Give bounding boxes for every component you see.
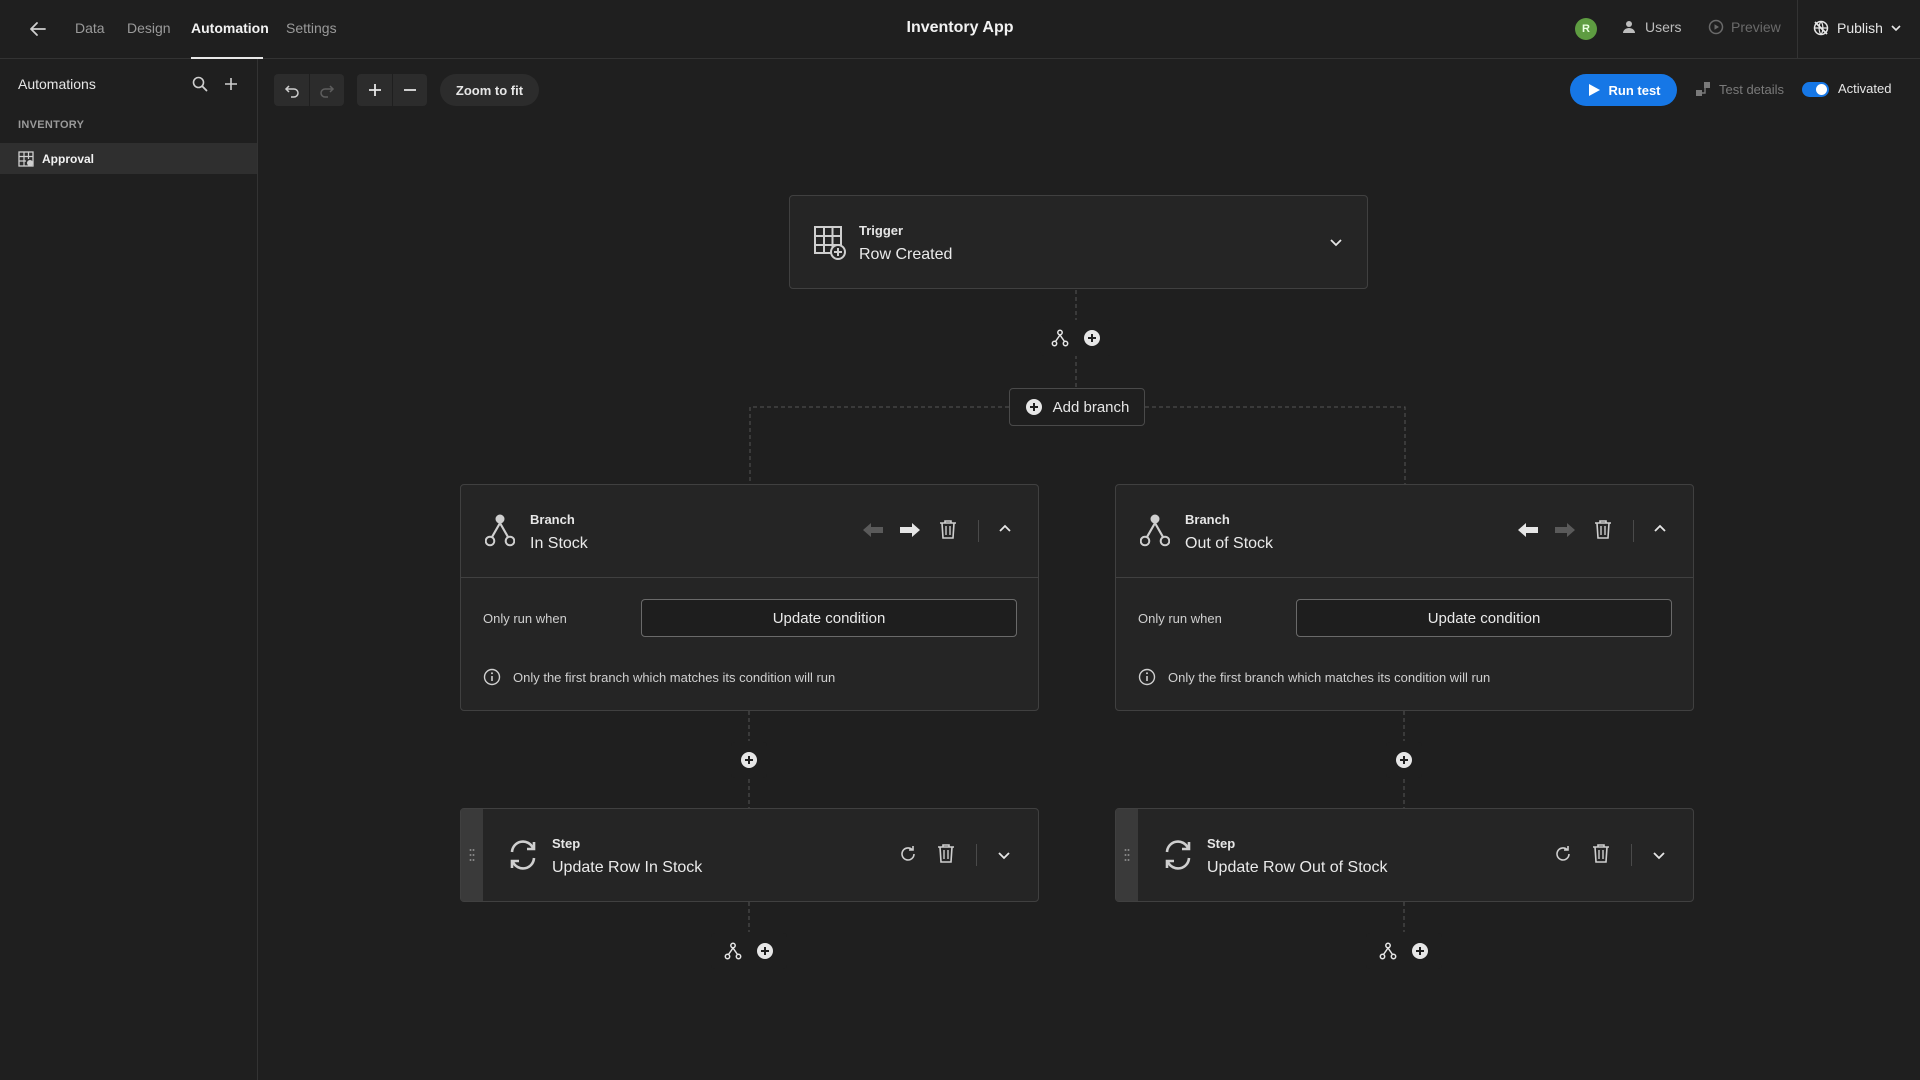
chevron-down-icon[interactable]: [1328, 234, 1344, 250]
add-branch-button[interactable]: Add branch: [1009, 388, 1145, 426]
branch-title: Branch: [530, 512, 575, 527]
drag-handle-icon[interactable]: [461, 809, 483, 901]
arrow-right-icon[interactable]: [1554, 521, 1576, 539]
add-step-out-of-stock: [1386, 742, 1422, 778]
info-text: Only the first branch which matches its …: [1168, 669, 1491, 685]
branch-icon: [485, 513, 515, 547]
add-step-in-stock: [731, 742, 767, 778]
info-text: Only the first branch which matches its …: [513, 669, 836, 685]
update-condition-button[interactable]: Update condition: [641, 599, 1017, 637]
refresh-icon[interactable]: [898, 844, 918, 864]
branch-header: Branch Out of Stock: [1116, 485, 1693, 577]
trash-icon[interactable]: [937, 843, 955, 863]
step-card-in-stock[interactable]: Step Update Row In Stock: [460, 808, 1039, 902]
trigger-name: Row Created: [859, 246, 953, 263]
arrow-left-icon[interactable]: [862, 521, 884, 539]
header-divider: [1631, 844, 1632, 866]
branch-icon: [1140, 513, 1170, 547]
add-step-icon[interactable]: [1083, 329, 1101, 347]
card-divider: [461, 577, 1038, 578]
step-connector-actions-in-stock: [711, 933, 787, 969]
add-step-icon[interactable]: [740, 751, 758, 769]
plus-circle-icon: [1025, 398, 1043, 416]
arrow-left-icon[interactable]: [1517, 521, 1539, 539]
trigger-title: Trigger: [859, 223, 904, 238]
branch-icon[interactable]: [1051, 329, 1069, 347]
header-divider: [976, 844, 977, 866]
only-run-label: Only run when: [483, 611, 567, 626]
update-condition-button[interactable]: Update condition: [1296, 599, 1672, 637]
trash-icon[interactable]: [1594, 519, 1612, 539]
sync-icon: [1162, 839, 1194, 871]
table-add-icon: [814, 226, 846, 260]
header-divider: [1633, 520, 1634, 542]
chevron-up-icon[interactable]: [1652, 521, 1668, 537]
branch-info: Only the first branch which matches its …: [1138, 668, 1490, 686]
chevron-up-icon[interactable]: [997, 521, 1013, 537]
step-name: Update Row In Stock: [552, 859, 703, 876]
branch-header: Branch In Stock: [461, 485, 1038, 577]
step-connector-actions-out-of-stock: [1366, 933, 1442, 969]
add-step-icon[interactable]: [756, 942, 774, 960]
sync-icon: [507, 839, 539, 871]
trash-icon[interactable]: [939, 519, 957, 539]
chevron-down-icon[interactable]: [996, 847, 1012, 863]
branch-card-out-of-stock[interactable]: Branch Out of Stock Only run when Update…: [1115, 484, 1694, 711]
step-title: Step: [552, 836, 581, 851]
arrow-right-icon[interactable]: [899, 521, 921, 539]
card-divider: [1116, 577, 1693, 578]
add-step-icon[interactable]: [1395, 751, 1413, 769]
branch-name: In Stock: [530, 535, 588, 552]
refresh-icon[interactable]: [1553, 844, 1573, 864]
add-branch-label: Add branch: [1052, 398, 1130, 416]
add-step-icon[interactable]: [1411, 942, 1429, 960]
step-card-out-of-stock[interactable]: Step Update Row Out of Stock: [1115, 808, 1694, 902]
trigger-connector-actions: [1040, 320, 1112, 356]
trash-icon[interactable]: [1592, 843, 1610, 863]
branch-icon[interactable]: [724, 942, 742, 960]
branch-icon[interactable]: [1379, 942, 1397, 960]
step-title: Step: [1207, 836, 1236, 851]
drag-handle-icon[interactable]: [1116, 809, 1138, 901]
trigger-card[interactable]: Trigger Row Created: [789, 195, 1368, 289]
info-icon: [483, 668, 501, 686]
info-icon: [1138, 668, 1156, 686]
branch-info: Only the first branch which matches its …: [483, 668, 835, 686]
chevron-down-icon[interactable]: [1651, 847, 1667, 863]
header-divider: [978, 520, 979, 542]
branch-card-in-stock[interactable]: Branch In Stock Only run when Update con…: [460, 484, 1039, 711]
step-name: Update Row Out of Stock: [1207, 859, 1388, 876]
only-run-label: Only run when: [1138, 611, 1222, 626]
branch-name: Out of Stock: [1185, 535, 1274, 552]
branch-title: Branch: [1185, 512, 1230, 527]
